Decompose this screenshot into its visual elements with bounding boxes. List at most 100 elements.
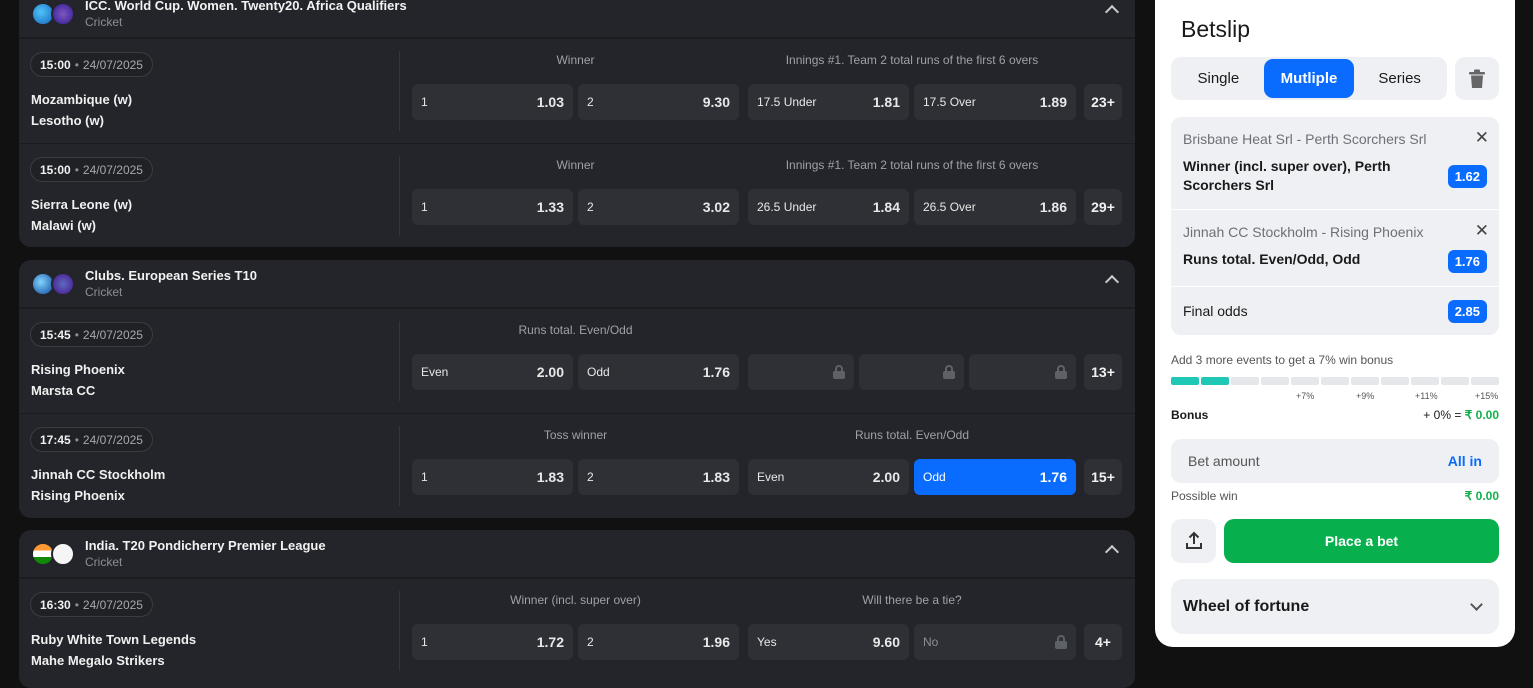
odds-button[interactable]: Even 2.00	[412, 354, 573, 390]
odds-button[interactable]: 2 3.02	[578, 189, 739, 225]
odds-button[interactable]: 1 1.33	[412, 189, 573, 225]
odds-button[interactable]: 26.5 Over 1.86	[914, 189, 1076, 225]
chevron-down-icon	[1470, 598, 1483, 611]
lock-icon	[1055, 365, 1067, 379]
bet-amount-input[interactable]: Bet amount All in	[1171, 439, 1499, 483]
match-time: 15:00 • 24/07/2025	[30, 52, 153, 77]
match-teams[interactable]: Ruby White Town Legends Mahe Megalo Strik…	[31, 629, 196, 671]
league-sport: Cricket	[85, 555, 123, 569]
odds-button[interactable]: 1 1.83	[412, 459, 573, 495]
lock-icon	[943, 365, 955, 379]
odds-button[interactable]: 2 1.96	[578, 624, 739, 660]
odds-button[interactable]: 1 1.03	[412, 84, 573, 120]
locked-odds	[969, 354, 1076, 390]
match-time: 15:45 • 24/07/2025	[30, 322, 153, 347]
cricket-ball-icon	[51, 1, 75, 26]
more-markets-button[interactable]: 4+	[1084, 624, 1122, 660]
match-teams[interactable]: Jinnah CC Stockholm Rising Phoenix	[31, 464, 165, 506]
odds-button[interactable]: 2 9.30	[578, 84, 739, 120]
match-teams[interactable]: Sierra Leone (w) Malawi (w)	[31, 194, 132, 236]
league-header[interactable]: Clubs. European Series T10 Cricket	[19, 260, 1135, 308]
share-icon	[1185, 531, 1202, 549]
league-header[interactable]: ICC. World Cup. Women. Twenty20. Africa …	[19, 0, 1135, 38]
final-odds-label: Final odds	[1183, 303, 1248, 319]
lock-icon	[833, 365, 845, 379]
final-odds-row: Final odds 2.85	[1171, 287, 1499, 335]
more-markets-button[interactable]: 23+	[1084, 84, 1122, 120]
tab-series[interactable]: Series	[1354, 59, 1445, 98]
match-time: 17:45 • 24/07/2025	[30, 427, 153, 452]
bet-amount-placeholder: Bet amount	[1188, 453, 1260, 469]
match-row: 15:00 • 24/07/2025 Sierra Leone (w) Malawi …	[19, 143, 1135, 247]
all-in-button[interactable]: All in	[1448, 453, 1482, 469]
match-teams[interactable]: Mozambique (w) Lesotho (w)	[31, 89, 132, 131]
match-row: 15:00 • 24/07/2025 Mozambique (w) Lesotho (…	[19, 38, 1135, 143]
league-name: India. T20 Pondicherry Premier League	[85, 538, 326, 553]
selected-bets: Brisbane Heat Srl - Perth Scorchers Srl …	[1171, 117, 1499, 335]
possible-win-value: ₹ 0.00	[1464, 489, 1499, 503]
bet-odds-badge: 1.62	[1447, 165, 1487, 188]
bet-item: Brisbane Heat Srl - Perth Scorchers Srl …	[1171, 117, 1499, 210]
market-label: Innings #1. Team 2 total runs of the fir…	[785, 53, 1039, 67]
league-name: ICC. World Cup. Women. Twenty20. Africa …	[85, 0, 407, 13]
more-markets-button[interactable]: 13+	[1084, 354, 1122, 390]
league-header[interactable]: India. T20 Pondicherry Premier League Cr…	[19, 530, 1135, 578]
bet-type-tabs: Single Mutliple Series	[1171, 57, 1447, 100]
league-logo-icon	[51, 541, 75, 566]
league-card: Clubs. European Series T10 Cricket 15:45…	[19, 260, 1135, 518]
odds-button[interactable]: 17.5 Under 1.81	[748, 84, 909, 120]
final-odds-badge: 2.85	[1447, 300, 1487, 323]
divider	[399, 426, 400, 506]
locked-odds	[859, 354, 964, 390]
match-row: 15:45 • 24/07/2025 Rising Phoenix Marsta CC…	[19, 308, 1135, 413]
close-icon[interactable]: ✕	[1475, 222, 1489, 239]
odds-button[interactable]: Odd 1.76	[578, 354, 739, 390]
trash-icon	[1469, 69, 1485, 88]
match-row: 16:30 • 24/07/2025 Ruby White Town Legends…	[19, 578, 1135, 683]
progress-tick: +9%	[1356, 391, 1375, 401]
clear-betslip-button[interactable]	[1455, 57, 1499, 100]
tab-multiple[interactable]: Mutliple	[1263, 59, 1355, 98]
odds-button[interactable]: 26.5 Under 1.84	[748, 189, 909, 225]
odds-button[interactable]: 17.5 Over 1.89	[914, 84, 1076, 120]
chevron-up-icon[interactable]	[1104, 274, 1120, 290]
bet-odds-badge: 1.76	[1447, 250, 1487, 273]
league-sport: Cricket	[85, 15, 123, 29]
market-label: Innings #1. Team 2 total runs of the fir…	[785, 158, 1039, 172]
betslip-panel: Betslip Single Mutliple Series Brisbane …	[1155, 0, 1515, 647]
chevron-up-icon[interactable]	[1104, 4, 1120, 20]
wheel-of-fortune[interactable]: Wheel of fortune	[1171, 579, 1499, 634]
league-name: Clubs. European Series T10	[85, 268, 257, 283]
betslip-title: Betslip	[1181, 16, 1251, 42]
progress-tick: +7%	[1296, 391, 1315, 401]
divider	[399, 591, 400, 671]
bonus-row: Bonus + 0% = ₹ 0.00	[1171, 408, 1499, 422]
market-label: Winner	[556, 158, 595, 172]
lock-icon	[1055, 635, 1067, 649]
close-icon[interactable]: ✕	[1475, 129, 1489, 146]
bonus-percent: + 0% =	[1423, 408, 1462, 422]
events-list: ICC. World Cup. Women. Twenty20. Africa …	[19, 0, 1135, 688]
ecs-logo-icon	[51, 271, 75, 296]
more-markets-button[interactable]: 29+	[1084, 189, 1122, 225]
match-teams[interactable]: Rising Phoenix Marsta CC	[31, 359, 125, 401]
more-markets-button[interactable]: 15+	[1084, 459, 1122, 495]
odds-button[interactable]: Yes 9.60	[748, 624, 909, 660]
bet-event: Brisbane Heat Srl - Perth Scorchers Srl	[1183, 131, 1427, 147]
odds-button[interactable]: Even 2.00	[748, 459, 909, 495]
divider	[399, 156, 400, 236]
league-flags	[31, 1, 79, 26]
bonus-hint: Add 3 more events to get a 7% win bonus	[1171, 353, 1394, 367]
locked-odds	[748, 354, 854, 390]
place-bet-button[interactable]: Place a bet	[1224, 519, 1499, 563]
share-button[interactable]	[1171, 519, 1216, 563]
chevron-up-icon[interactable]	[1104, 544, 1120, 560]
odds-button[interactable]: 1 1.72	[412, 624, 573, 660]
odds-button[interactable]: 2 1.83	[578, 459, 739, 495]
market-label: Winner	[556, 53, 595, 67]
league-card: ICC. World Cup. Women. Twenty20. Africa …	[19, 0, 1135, 247]
tab-single[interactable]: Single	[1173, 59, 1264, 98]
league-flags	[31, 271, 79, 296]
divider	[399, 51, 400, 131]
odds-button-selected[interactable]: Odd 1.76	[914, 459, 1076, 495]
